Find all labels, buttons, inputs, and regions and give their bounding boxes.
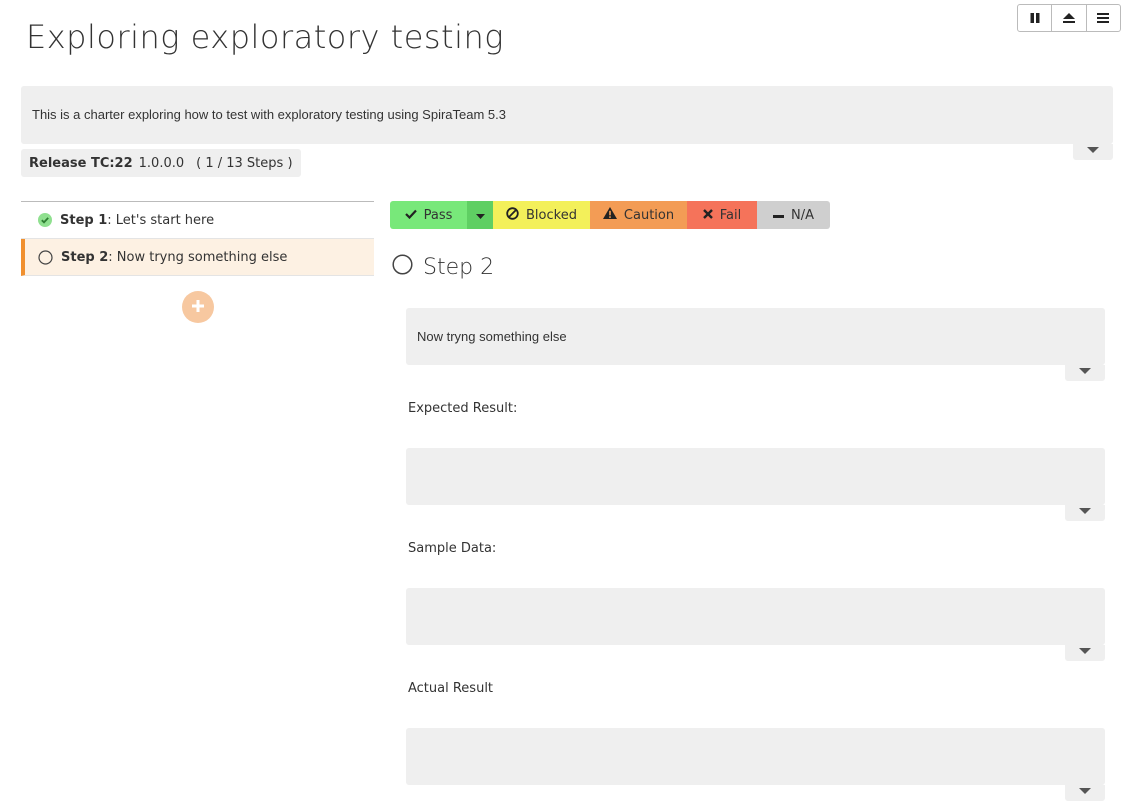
na-label: N/A xyxy=(791,208,814,223)
actual-result-label: Actual Result xyxy=(408,681,493,696)
charter-description[interactable]: This is a charter exploring how to test … xyxy=(21,86,1113,144)
charter-expand-toggle[interactable] xyxy=(1073,144,1113,160)
fail-label: Fail xyxy=(720,208,741,223)
add-step-button[interactable] xyxy=(182,291,214,323)
warning-icon xyxy=(603,207,617,223)
step-name: Step 2 xyxy=(61,250,108,265)
menu-button[interactable] xyxy=(1087,5,1120,31)
view-toolbar xyxy=(1017,4,1121,32)
eject-icon xyxy=(1062,9,1076,28)
step-description-field[interactable]: Now tryng something else xyxy=(406,308,1105,365)
minus-icon xyxy=(773,208,784,223)
release-label: Release TC:22 xyxy=(29,156,133,171)
step-list-item-2[interactable]: Step 2 : Now tryng something else xyxy=(21,239,374,276)
expected-result-label: Expected Result: xyxy=(408,401,517,416)
pass-label: Pass xyxy=(424,208,453,223)
actual-result-field[interactable] xyxy=(406,728,1105,785)
page-title: Exploring exploratory testing xyxy=(26,18,504,56)
caret-down-icon xyxy=(1087,147,1099,153)
expected-result-expand-toggle[interactable] xyxy=(1065,505,1105,521)
caret-down-icon xyxy=(1079,648,1091,654)
caret-down-icon xyxy=(1079,788,1091,794)
release-version: 1.0.0.0 xyxy=(139,156,184,171)
current-step-title: Step 2 xyxy=(423,255,494,280)
check-circle-icon xyxy=(38,213,52,227)
step-description-expand-toggle[interactable] xyxy=(1065,365,1105,381)
times-icon xyxy=(703,208,713,223)
pass-button[interactable]: Pass xyxy=(390,201,467,229)
caret-down-icon xyxy=(1079,508,1091,514)
step-description-text: Now tryng something else xyxy=(417,329,567,344)
empty-circle-icon xyxy=(392,254,413,281)
caret-down-icon xyxy=(1079,368,1091,374)
caret-down-icon xyxy=(476,208,485,223)
pause-columns-icon xyxy=(1029,9,1041,28)
caution-button[interactable]: Caution xyxy=(590,201,687,229)
blocked-label: Blocked xyxy=(526,208,577,223)
step-list: Step 1 : Let's start here Step 2 : Now t… xyxy=(21,201,374,276)
actual-result-expand-toggle[interactable] xyxy=(1065,785,1105,801)
step-progress: ( 1 / 13 Steps ) xyxy=(196,156,292,171)
step-text: : Now tryng something else xyxy=(108,250,287,265)
na-button[interactable]: N/A xyxy=(757,201,830,229)
plus-icon xyxy=(191,298,205,317)
empty-circle-icon xyxy=(38,250,53,265)
sample-data-field[interactable] xyxy=(406,588,1105,645)
blocked-button[interactable]: Blocked xyxy=(493,201,590,229)
check-icon xyxy=(405,208,417,223)
step-list-item-1[interactable]: Step 1 : Let's start here xyxy=(21,202,374,239)
fail-button[interactable]: Fail xyxy=(687,201,757,229)
step-text: : Let's start here xyxy=(107,213,214,228)
menu-icon xyxy=(1097,9,1109,28)
ban-icon xyxy=(506,207,519,224)
sample-data-label: Sample Data: xyxy=(408,541,496,556)
pause-columns-button[interactable] xyxy=(1018,5,1052,31)
expected-result-field[interactable] xyxy=(406,448,1105,505)
sample-data-expand-toggle[interactable] xyxy=(1065,645,1105,661)
status-button-group: Pass Blocked Caution Fail N/A xyxy=(390,201,830,229)
charter-description-text: This is a charter exploring how to test … xyxy=(32,107,506,122)
caution-label: Caution xyxy=(624,208,674,223)
eject-button[interactable] xyxy=(1052,5,1086,31)
release-info: Release TC:22 1.0.0.0 ( 1 / 13 Steps ) xyxy=(21,149,301,177)
current-step-heading: Step 2 xyxy=(392,254,494,281)
step-name: Step 1 xyxy=(60,213,107,228)
pass-dropdown-button[interactable] xyxy=(467,201,493,229)
